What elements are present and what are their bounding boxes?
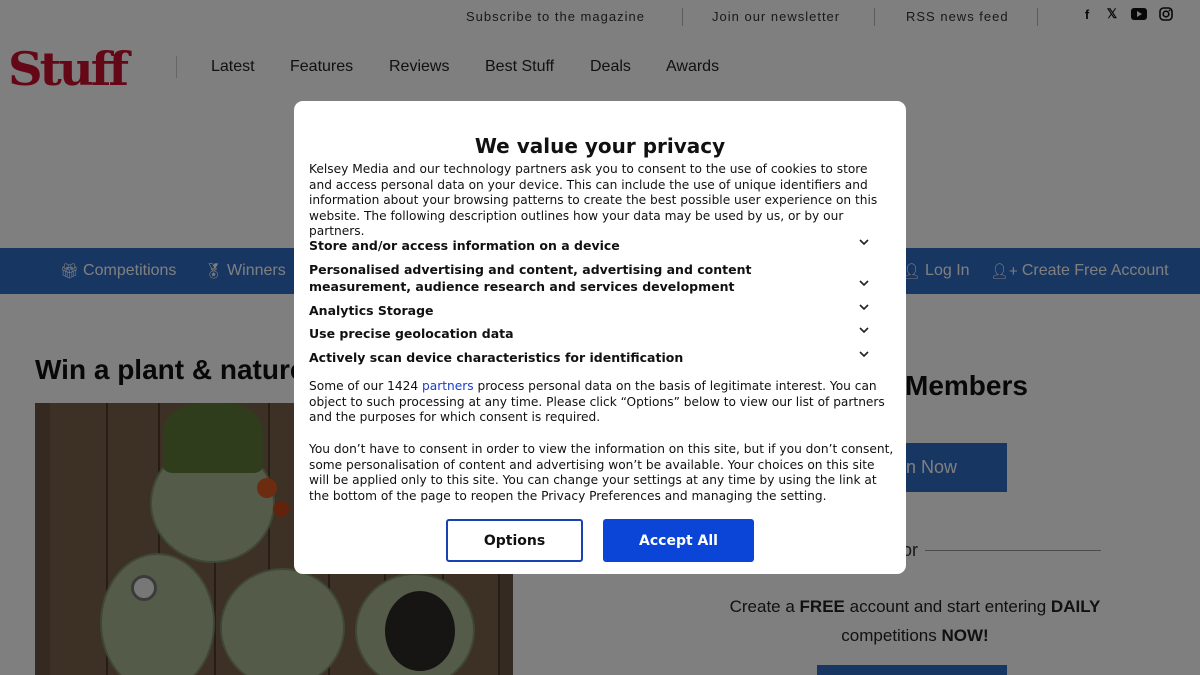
chevron-down-icon[interactable] <box>859 302 869 312</box>
purpose-label: Analytics Storage <box>309 303 434 318</box>
purpose-label: Store and/or access information on a dev… <box>309 238 620 253</box>
modal-title: We value your privacy <box>474 134 726 158</box>
purpose-store-access[interactable]: Store and/or access information on a dev… <box>309 237 894 254</box>
purpose-label: Actively scan device characteristics for… <box>309 350 684 365</box>
partners-link[interactable]: partners <box>422 379 474 393</box>
chevron-down-icon[interactable] <box>859 237 869 247</box>
accept-all-button[interactable]: Accept All <box>603 519 754 562</box>
chevron-down-icon[interactable] <box>859 349 869 359</box>
legitimate-interest-text: Some of our 1424 partners process person… <box>309 379 885 424</box>
options-button[interactable]: Options <box>446 519 583 562</box>
purpose-personalised-ads[interactable]: Personalised advertising and content, ad… <box>309 261 894 295</box>
chevron-down-icon[interactable] <box>859 325 869 335</box>
purpose-label: Personalised advertising and content, ad… <box>309 262 752 294</box>
purpose-analytics-storage[interactable]: Analytics Storage <box>309 302 894 319</box>
consent-note-text: You don’t have to consent in order to vi… <box>309 442 894 503</box>
privacy-consent-modal: We value your privacy Kelsey Media and o… <box>294 101 906 574</box>
chevron-down-icon[interactable] <box>859 278 869 288</box>
purpose-device-scan[interactable]: Actively scan device characteristics for… <box>309 349 894 366</box>
modal-intro-text: Kelsey Media and our technology partners… <box>309 162 878 238</box>
purpose-label: Use precise geolocation data <box>309 326 514 341</box>
purpose-geolocation[interactable]: Use precise geolocation data <box>309 325 894 342</box>
